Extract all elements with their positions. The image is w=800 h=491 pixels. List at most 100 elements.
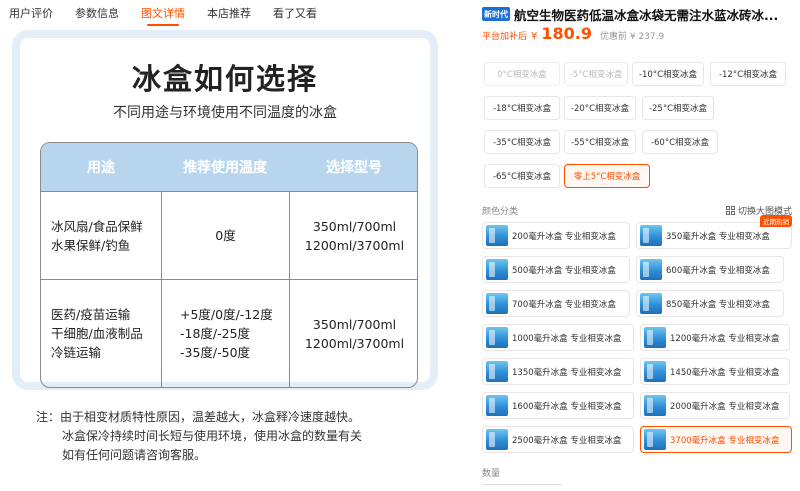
cell-text: +5度/0度/-12度 (180, 307, 273, 322)
variant-option[interactable]: 200毫升冰盒 专业相变冰盒 (482, 222, 630, 249)
note-line: 冰盒保冷持续时间长短与使用环境，使用冰盒的数量有关 (62, 429, 363, 443)
hot-sale-badge: 近期热销 (760, 215, 792, 227)
cell-model: 350ml/700ml 1200ml/3700ml (289, 280, 417, 387)
product-thumbnail (486, 429, 508, 450)
header-model: 选择型号 (326, 160, 382, 176)
variant-label: 700毫升冰盒 专业相变冰盒 (512, 299, 616, 310)
usage-note: 注：由于相变材质特性原因，温差越大，冰盒释冷速度越快。 冰盒保冷持续时间长短与使… (36, 408, 436, 465)
variant-label: 1600毫升冰盒 专业相变冰盒 (512, 401, 622, 412)
product-thumbnail (486, 327, 508, 348)
quantity-stepper[interactable] (482, 484, 562, 491)
product-title: 航空生物医药低温冰盒冰袋无需注水蓝冰砖冰... (514, 8, 779, 23)
variant-option-selected[interactable]: 3700毫升冰盒 专业相变冰盒 (640, 426, 792, 453)
cell-text: 冷链运输 (51, 345, 102, 360)
temp-option[interactable]: -12°C相变冰盒 (710, 62, 786, 86)
temp-option-selected[interactable]: 零上5°C相变冰盒 (564, 164, 650, 188)
brand-badge: 新时代 (482, 7, 510, 21)
variant-label: 350毫升冰盒 专业相变冰盒 (666, 231, 770, 242)
product-thumbnail (644, 361, 666, 382)
cell-text: 350ml/700ml (312, 316, 397, 332)
table-row: 医药/疫苗运输 干细胞/血液制品 冷链运输 +5度/0度/-12度 -18度/-… (41, 279, 417, 387)
variant-label: 600毫升冰盒 专业相变冰盒 (666, 265, 770, 276)
tab-store-recommend[interactable]: 本店推荐 (207, 5, 251, 21)
product-thumbnail (486, 225, 508, 246)
original-price: 优惠前 ¥ 237.9 (600, 32, 665, 42)
tab-reviews[interactable]: 用户评价 (9, 5, 53, 21)
variant-option[interactable]: 700毫升冰盒 专业相变冰盒 (482, 290, 630, 317)
product-thumbnail (486, 395, 508, 416)
variant-option[interactable]: 850毫升冰盒 专业相变冰盒 (636, 290, 784, 317)
variant-option[interactable]: 2500毫升冰盒 专业相变冰盒 (482, 426, 634, 453)
header-temp: 推荐使用温度 (183, 160, 267, 176)
temp-option[interactable]: -55°C相变冰盒 (564, 130, 636, 154)
variant-option[interactable]: 500毫升冰盒 专业相变冰盒 (482, 256, 630, 283)
product-thumbnail (486, 293, 508, 314)
cell-use: 冰风扇/食品保鲜 水果保鲜/钓鱼 (41, 192, 161, 279)
product-thumbnail (640, 259, 662, 280)
card-subtitle: 不同用途与环境使用不同温度的冰盒 (113, 105, 337, 121)
product-thumbnail (640, 225, 662, 246)
variant-option[interactable]: 350毫升冰盒 专业相变冰盒 近期热销 (636, 215, 792, 249)
product-thumbnail (486, 259, 508, 280)
tab-details[interactable]: 图文详情 (141, 5, 185, 26)
tab-params[interactable]: 参数信息 (75, 5, 119, 21)
color-section-label: 颜色分类 (482, 207, 519, 217)
variant-option[interactable]: 1200毫升冰盒 专业相变冰盒 (640, 324, 790, 351)
variant-label: 2000毫升冰盒 专业相变冰盒 (670, 401, 780, 412)
product-thumbnail (640, 293, 662, 314)
note-line: 如有任何问题请咨询客服。 (62, 448, 207, 462)
variant-option[interactable]: 600毫升冰盒 专业相变冰盒 (636, 256, 784, 283)
temp-option[interactable]: -20°C相变冰盒 (564, 96, 636, 120)
temp-option[interactable]: -65°C相变冰盒 (484, 164, 560, 188)
variant-option[interactable]: 1600毫升冰盒 专业相变冰盒 (482, 392, 634, 419)
variant-option[interactable]: 1000毫升冰盒 专业相变冰盒 (482, 324, 634, 351)
detail-tabs: 用户评价 参数信息 图文详情 本店推荐 看了又看 (0, 0, 470, 26)
cell-text: 干细胞/血液制品 (51, 326, 143, 341)
cell-text: 1200ml/3700ml (304, 335, 405, 351)
cell-use: 医药/疫苗运输 干细胞/血液制品 冷链运输 (41, 280, 161, 387)
tab-also-viewed[interactable]: 看了又看 (273, 5, 317, 21)
variant-label: 2500毫升冰盒 专业相变冰盒 (512, 435, 622, 446)
variant-label: 500毫升冰盒 专业相变冰盒 (512, 265, 616, 276)
variant-label: 200毫升冰盒 专业相变冰盒 (512, 231, 616, 242)
grid-icon (725, 206, 735, 215)
temp-option[interactable]: 0°C相变冰盒 (484, 62, 560, 86)
temp-option[interactable]: -18°C相变冰盒 (484, 96, 560, 120)
quantity-label: 数量 (482, 469, 501, 479)
cell-text: 水果保鲜/钓鱼 (51, 237, 131, 253)
price-value: 180.9 (541, 24, 592, 43)
cell-model: 350ml/700ml 1200ml/3700ml (289, 192, 417, 279)
cell-text: 冰风扇/食品保鲜 (51, 218, 143, 234)
variant-option[interactable]: 1450毫升冰盒 专业相变冰盒 (640, 358, 790, 385)
temp-option[interactable]: -5°C相变冰盒 (564, 62, 628, 86)
temp-option[interactable]: -60°C相变冰盒 (642, 130, 718, 154)
table-row: 冰风扇/食品保鲜 水果保鲜/钓鱼 0度 350ml/700ml 1200ml/3… (41, 191, 417, 279)
product-panel: 新时代 航空生物医药低温冰盒冰袋无需注水蓝冰砖冰... 平台加补后 ¥ 180.… (476, 0, 800, 491)
variant-option[interactable]: 2000毫升冰盒 专业相变冰盒 (640, 392, 790, 419)
price-row: 平台加补后 ¥ 180.9 优惠前 ¥ 237.9 (482, 24, 664, 43)
temp-option[interactable]: -25°C相变冰盒 (642, 96, 714, 120)
product-thumbnail (644, 327, 666, 348)
cell-text: 0度 (215, 228, 236, 243)
product-thumbnail (486, 361, 508, 382)
cell-text: 医药/疫苗运输 (51, 307, 131, 322)
cell-temp: 0度 (161, 192, 289, 279)
cell-text: -18度/-25度 (180, 326, 251, 341)
temp-option[interactable]: -35°C相变冰盒 (484, 130, 560, 154)
detail-image-card: 冰盒如何选择 不同用途与环境使用不同温度的冰盒 用途 推荐使用温度 选择型号 冰… (12, 30, 438, 390)
variant-option[interactable]: 1350毫升冰盒 专业相变冰盒 (482, 358, 634, 385)
temp-option[interactable]: -10°C相变冰盒 (632, 62, 704, 86)
price-currency: ¥ (531, 31, 538, 42)
cell-text: -35度/-50度 (180, 345, 251, 360)
selection-table: 用途 推荐使用温度 选择型号 冰风扇/食品保鲜 水果保鲜/钓鱼 0度 350ml… (40, 142, 418, 388)
product-thumbnail (644, 395, 666, 416)
cell-text: 1200ml/3700ml (304, 237, 405, 253)
variant-label: 1450毫升冰盒 专业相变冰盒 (670, 367, 780, 378)
variant-label: 1000毫升冰盒 专业相变冰盒 (512, 333, 622, 344)
variant-label: 850毫升冰盒 专业相变冰盒 (666, 299, 770, 310)
card-title: 冰盒如何选择 (131, 62, 318, 96)
product-thumbnail (644, 429, 666, 450)
cell-temp: +5度/0度/-12度 -18度/-25度 -35度/-50度 (161, 280, 289, 387)
variant-label: 3700毫升冰盒 专业相变冰盒 (670, 435, 780, 446)
variant-label: 1200毫升冰盒 专业相变冰盒 (670, 333, 780, 344)
